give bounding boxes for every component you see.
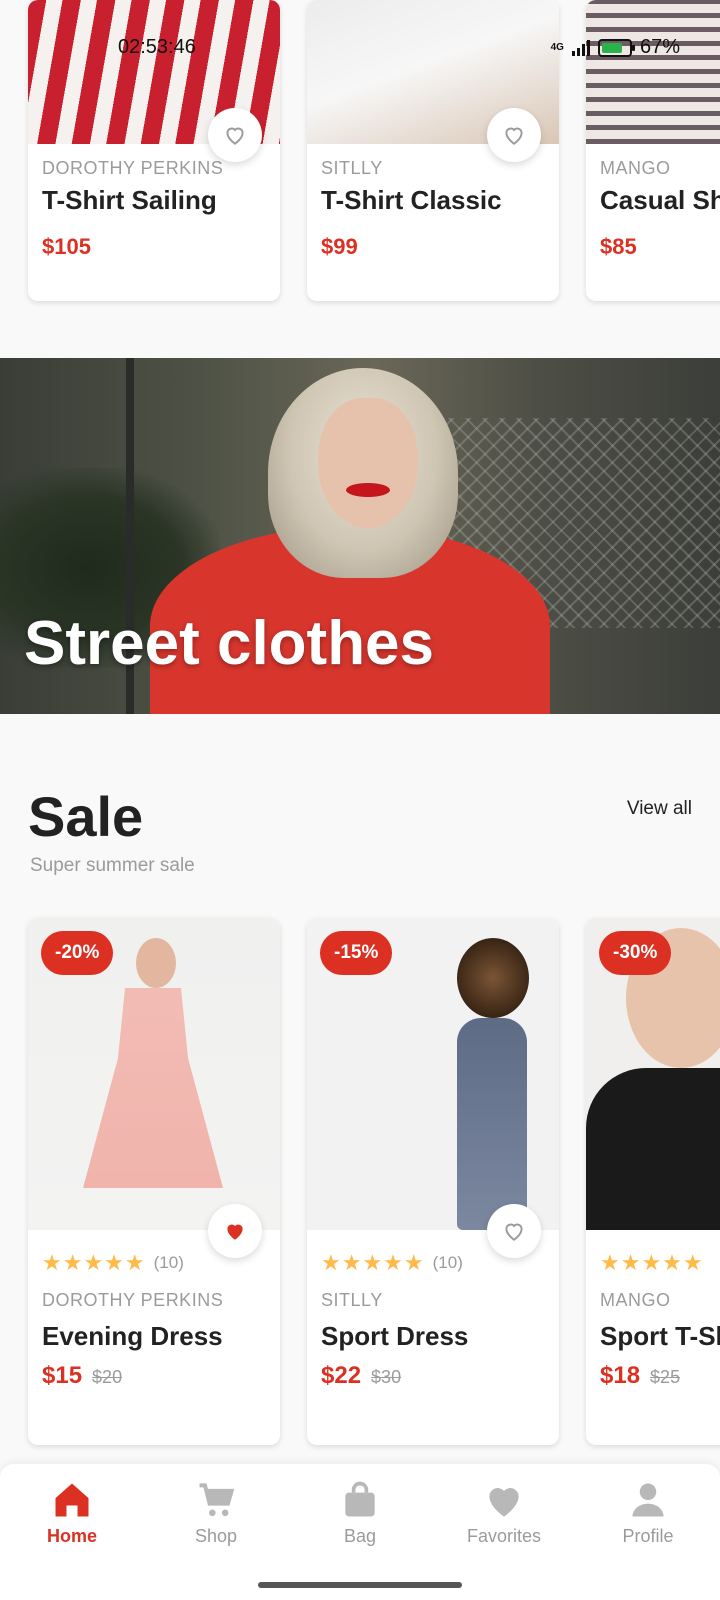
old-price: $20 (92, 1367, 123, 1387)
heart-icon (489, 1488, 519, 1517)
product-name: T-Shirt Classic (321, 185, 502, 215)
bottom-navigation: Home Shop Bag Favorites Profile (0, 1464, 720, 1600)
section-title: Sale (28, 785, 144, 848)
product-name: T-Shirt Sailing (42, 185, 217, 215)
sale-price: $22 (321, 1362, 362, 1389)
sale-price: $15 (42, 1362, 83, 1389)
nav-profile[interactable]: Profile (588, 1478, 708, 1547)
street-clothes-banner[interactable]: Street clothes (0, 358, 720, 714)
home-icon (55, 1483, 89, 1517)
cart-icon (199, 1483, 235, 1517)
product-price: $99 (321, 234, 358, 259)
home-screen: 02:53:46 4G 67% DOROTHY PERKINS T-Shirt … (0, 0, 720, 1600)
status-icons: 4G 67% (551, 36, 680, 59)
heart-outline-icon (226, 127, 244, 145)
product-brand: DOROTHY PERKINS (42, 1290, 224, 1310)
discount-badge: -15% (320, 931, 393, 975)
product-price: $85 (600, 234, 637, 259)
bag-icon (345, 1481, 375, 1517)
signal-icon (571, 39, 590, 56)
view-all-link[interactable]: View all (627, 798, 692, 820)
star-rating-icon: ★★★★★ (42, 1250, 146, 1275)
old-price: $30 (371, 1367, 402, 1387)
nav-label: Home (46, 1526, 97, 1546)
favorite-button[interactable] (487, 108, 541, 162)
rating-count: (10) (153, 1253, 184, 1272)
product-card[interactable]: SITLLY T-Shirt Classic $99 (307, 0, 559, 301)
nav-label: Profile (622, 1526, 674, 1546)
favorite-button[interactable] (487, 1204, 541, 1258)
nav-label: Bag (343, 1526, 377, 1546)
heart-filled-icon (227, 1224, 243, 1240)
heart-outline-icon (505, 127, 523, 145)
product-card[interactable]: -15% ★★★★★ (10) SITLLY Sport Dress $22 $… (307, 918, 559, 1445)
product-price: $105 (42, 234, 91, 259)
old-price: $25 (650, 1367, 681, 1387)
sale-price: $18 (600, 1362, 641, 1389)
product-name: Sport Dress (321, 1321, 469, 1351)
home-indicator[interactable] (258, 1582, 462, 1588)
nav-label: Favorites (466, 1526, 542, 1546)
product-card[interactable]: -30% ★★★★★ MANGO Sport T-Sh $18 $25 (586, 918, 720, 1445)
star-rating-icon: ★★★★★ (321, 1250, 425, 1275)
sale-products-row: -20% ★★★★★ (10) DOROTHY PERKINS Evening … (28, 918, 720, 1445)
product-brand: SITLLY (321, 1290, 383, 1310)
product-image (586, 0, 720, 144)
product-name: Evening Dress (42, 1321, 223, 1351)
profile-icon (632, 1483, 664, 1517)
nav-shop[interactable]: Shop (156, 1478, 276, 1547)
rating: ★★★★★ (600, 1250, 720, 1276)
product-brand: MANGO (600, 158, 671, 178)
product-brand: MANGO (600, 1290, 671, 1310)
product-name: Sport T-Sh (600, 1321, 720, 1351)
star-rating-icon: ★★★★★ (600, 1250, 704, 1275)
status-time: 02:53:46 (118, 36, 196, 58)
battery-icon (597, 38, 635, 57)
favorite-button[interactable] (208, 108, 262, 162)
banner-title: Street clothes (24, 609, 435, 678)
product-card[interactable]: -20% ★★★★★ (10) DOROTHY PERKINS Evening … (28, 918, 280, 1445)
nav-favorites[interactable]: Favorites (444, 1478, 564, 1547)
heart-outline-icon (505, 1223, 523, 1241)
product-name: Casual Sh (600, 185, 720, 215)
discount-badge: -20% (41, 931, 114, 975)
battery-level: 67% (639, 36, 680, 58)
section-subtitle: Super summer sale (30, 855, 195, 876)
nav-label: Shop (194, 1526, 238, 1546)
rating-count: (10) (432, 1253, 463, 1272)
nav-bag[interactable]: Bag (300, 1478, 420, 1547)
network-label: 4G (550, 42, 564, 53)
favorite-button[interactable] (208, 1204, 262, 1258)
nav-home[interactable]: Home (12, 1478, 132, 1547)
discount-badge: -30% (599, 931, 672, 975)
